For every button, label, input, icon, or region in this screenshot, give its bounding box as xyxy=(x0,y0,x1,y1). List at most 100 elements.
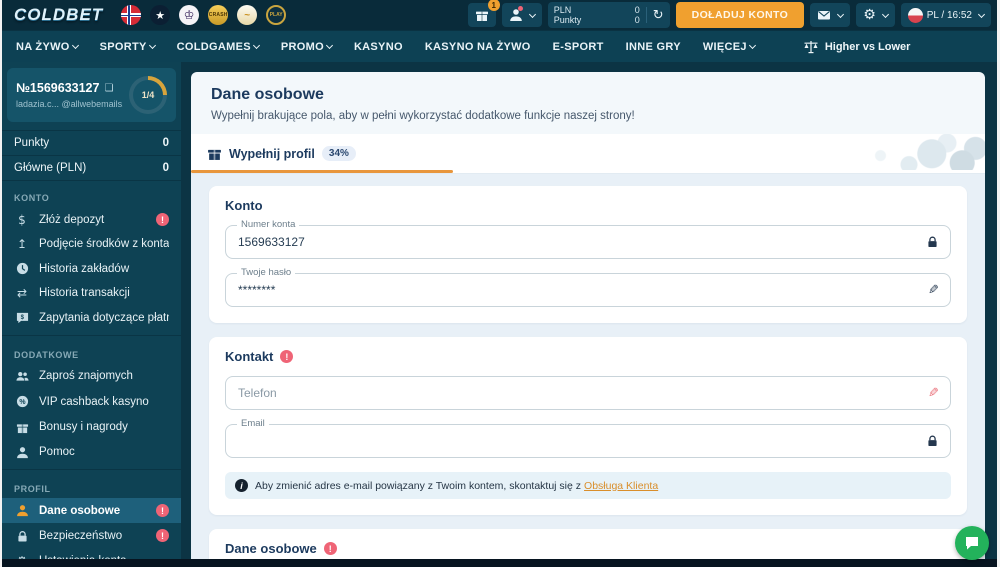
currency-label: PLN xyxy=(553,5,572,15)
section-title: PROFIL xyxy=(14,483,51,494)
language-time-button[interactable]: PL / 16:52 xyxy=(900,3,991,27)
nav-wiecej[interactable]: WIĘCEJ xyxy=(703,41,756,53)
deposit-button[interactable]: DOŁADUJ KONTO xyxy=(675,2,805,28)
sidebar-section-profil: PROFIL Dane osobowe ! Bezpieczeństwo ! ⚙… xyxy=(2,472,181,559)
tab-wypelnij-profil[interactable]: Wypełnij profil 34% xyxy=(207,134,356,173)
premier-league-icon[interactable]: ♔ xyxy=(179,5,200,25)
konto-card: Konto Numer konta Twoje hasło ✎ xyxy=(209,186,967,323)
messages-button[interactable] xyxy=(810,3,851,27)
chat-bubble-icon xyxy=(966,537,978,550)
edit-pencil-icon[interactable]: ✎ xyxy=(928,386,939,401)
lock-icon xyxy=(14,529,30,542)
section-title: KONTO xyxy=(14,193,50,203)
lock-icon xyxy=(926,235,939,249)
coldbet-logo[interactable]: COLDBET xyxy=(8,5,109,25)
page-subtitle: Wypełnij brakujące pola, aby w pełni wyk… xyxy=(211,110,635,122)
envelope-icon xyxy=(818,11,831,20)
nav-kasyno[interactable]: KASYNO xyxy=(354,41,403,53)
sidebar-item-zapros-znajomych[interactable]: Zaproś znajomych xyxy=(2,364,181,389)
gift-icon xyxy=(14,420,30,433)
roses-decoration xyxy=(795,134,985,170)
nav-promo[interactable]: PROMO xyxy=(281,41,333,53)
nav-kasyno-na-zywo[interactable]: KASYNO NA ŻYWO xyxy=(425,41,531,53)
sidebar-item-ustawienia-konta[interactable]: ⚙ Ustawienia konta xyxy=(2,549,181,559)
sidebar-item-podjecie-srodkow[interactable]: ↥ Podjęcie środków z konta xyxy=(2,232,181,256)
password-field[interactable]: Twoje hasło ✎ xyxy=(225,267,951,307)
play-badge-icon[interactable]: PLAY xyxy=(266,5,287,25)
locale-time-label: PL / 16:52 xyxy=(926,9,972,21)
support-link[interactable]: Obsługa Klienta xyxy=(584,480,658,492)
nav-e-sport[interactable]: E-SPORT xyxy=(553,41,604,53)
transfer-icon: ⇄ xyxy=(16,286,28,301)
field-label: Numer konta xyxy=(237,219,300,230)
crash-game-icon[interactable]: CRASH xyxy=(208,5,229,25)
partner-logos: ★ ♔ CRASH ~ PLAY xyxy=(121,5,287,25)
account-number-field[interactable]: Numer konta xyxy=(225,219,951,259)
account-menu-button[interactable] xyxy=(501,3,542,27)
window-edge-bottom xyxy=(0,559,1000,567)
sidebar-item-bonusy[interactable]: Bonusy i nagrody xyxy=(2,414,181,439)
person-icon xyxy=(14,504,30,517)
page-header: Dane osobowe Wypełnij brakujące pola, ab… xyxy=(191,72,985,134)
account-summary-card[interactable]: №1569633127 ❏ ladazia.c... @allwebemails.… xyxy=(7,68,176,122)
sidebar-item-zapytania-platnosci[interactable]: $ Zapytania dotyczące płatności xyxy=(2,305,181,330)
kontakt-title: Kontakt ! xyxy=(225,349,951,364)
svg-text:%: % xyxy=(19,399,25,406)
sidebar-section-dodatkowe: DODATKOWE Zaproś znajomych % VIP cashbac… xyxy=(2,338,181,467)
sidebar-item-historia-zakladow[interactable]: Historia zakładów xyxy=(2,256,181,281)
konto-title: Konto xyxy=(225,198,263,213)
gift-icon xyxy=(475,11,488,21)
password-input[interactable] xyxy=(226,274,929,306)
nav-na-zywo[interactable]: NA ŻYWO xyxy=(16,41,79,53)
refresh-balance-icon[interactable]: ↻ xyxy=(653,9,664,22)
phone-input[interactable] xyxy=(226,377,929,409)
info-icon: i xyxy=(235,479,248,492)
main-panel: Dane osobowe Wypełnij brakujące pola, ab… xyxy=(191,72,985,559)
sidebar-item-zloz-depozyt[interactable]: $ Złóż depozyt ! xyxy=(2,207,181,232)
nav-inne-gry[interactable]: INNE GRY xyxy=(626,41,681,53)
lock-icon xyxy=(926,434,939,448)
poland-flag-icon xyxy=(907,7,923,23)
balance-row-glowne: Główne (PLN) 0 xyxy=(2,155,181,180)
sidebar-item-dane-osobowe[interactable]: Dane osobowe ! xyxy=(2,497,181,524)
notification-dot xyxy=(517,6,523,11)
email-field[interactable]: Email xyxy=(225,418,951,458)
settings-button[interactable]: ⚙ xyxy=(856,3,895,27)
scales-icon xyxy=(804,40,818,53)
account-number-input[interactable] xyxy=(226,226,926,258)
support-person-icon xyxy=(14,446,30,459)
form-area: Konto Numer konta Twoje hasło ✎ Kontakt … xyxy=(191,174,985,559)
balances-list: Punkty 0 Główne (PLN) 0 xyxy=(2,130,181,181)
chevron-down-icon xyxy=(71,41,79,50)
sidebar-item-bezpieczenstwo[interactable]: Bezpieczeństwo ! xyxy=(2,523,181,548)
duck-game-icon[interactable]: ~ xyxy=(237,5,258,25)
page-title: Dane osobowe xyxy=(211,86,324,103)
gifts-button[interactable]: 1 xyxy=(467,0,500,27)
email-input[interactable] xyxy=(226,425,926,457)
norway-flag-icon[interactable] xyxy=(121,5,142,25)
personal-data-card: Dane osobowe ! xyxy=(209,529,967,559)
nav-sporty[interactable]: SPORTY xyxy=(100,41,156,53)
edit-pencil-icon[interactable]: ✎ xyxy=(928,283,939,298)
sidebar-item-historia-transakcji[interactable]: ⇄ Historia transakcji xyxy=(2,281,181,305)
balance-widget[interactable]: PLN 0 Punkty 0 ↻ xyxy=(547,2,670,28)
live-chat-button[interactable] xyxy=(955,526,989,560)
account-sidebar: №1569633127 ❏ ladazia.c... @allwebemails.… xyxy=(2,62,181,559)
points-value: 0 xyxy=(634,15,640,25)
gift-icon xyxy=(208,149,221,160)
account-email: ladazia.c... @allwebemails.com xyxy=(16,99,123,109)
copy-icon[interactable]: ❏ xyxy=(104,83,113,94)
phone-field[interactable]: ✎ xyxy=(225,376,951,410)
sidebar-item-pomoc[interactable]: Pomoc xyxy=(2,440,181,465)
higher-vs-lower-link[interactable]: Higher vs Lower xyxy=(803,40,910,54)
currency-value: 0 xyxy=(634,5,640,15)
nav-coldgames[interactable]: COLDGAMES xyxy=(177,41,260,53)
chevron-down-icon xyxy=(252,41,260,50)
chevron-down-icon xyxy=(528,10,536,18)
clock-icon xyxy=(14,262,30,275)
kontakt-card: Kontakt ! ✎ Email i Aby zmienić adres e-… xyxy=(209,337,967,515)
sidebar-item-vip-cashback[interactable]: % VIP cashback kasyno xyxy=(2,389,181,414)
window-edge-left xyxy=(0,0,2,567)
champions-league-icon[interactable]: ★ xyxy=(150,5,171,25)
field-label: Email xyxy=(237,418,269,429)
